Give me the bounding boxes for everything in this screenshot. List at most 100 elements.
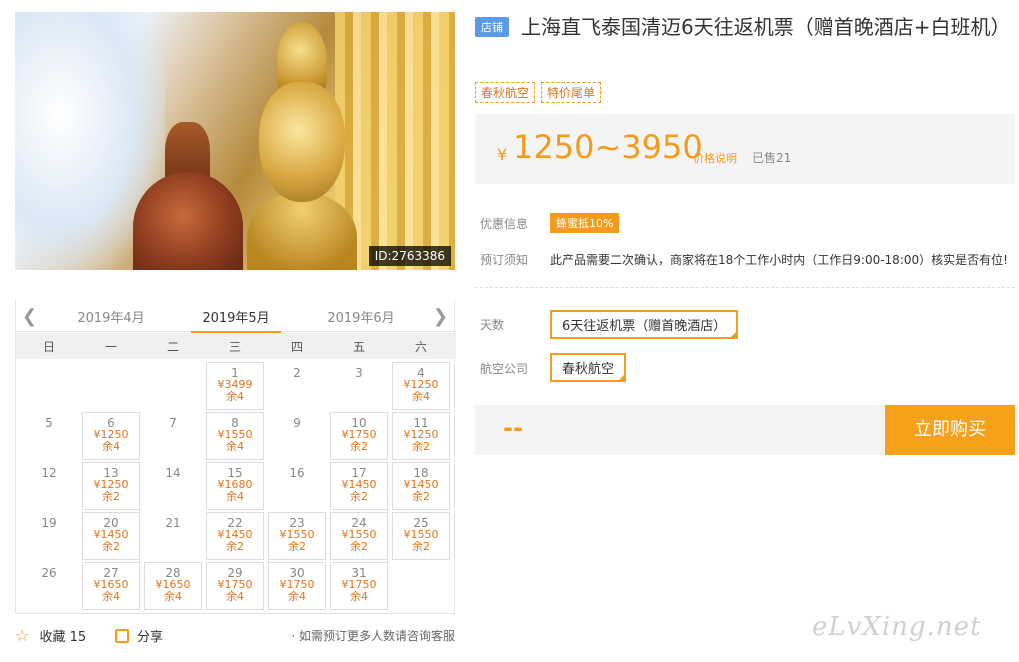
currency-symbol: ¥ xyxy=(497,145,508,164)
calendar-day: 5 xyxy=(20,412,78,460)
airline-label: 航空公司 xyxy=(480,362,529,376)
day-number: 6 xyxy=(107,416,115,430)
day-remaining: 余4 xyxy=(102,590,120,603)
weekday-label: 二 xyxy=(166,340,179,354)
weekday-label: 六 xyxy=(414,340,427,354)
tab-current-month[interactable]: 2019年5月 xyxy=(191,307,281,334)
weekday-label: 五 xyxy=(352,340,365,354)
days-option[interactable]: 6天往返机票（赠首晚酒店） ✓ xyxy=(550,310,739,339)
image-id-badge: ID:2763386 xyxy=(368,246,451,266)
day-number: 12 xyxy=(41,466,57,480)
day-remaining: 余2 xyxy=(226,540,244,553)
calendar-day: 3 xyxy=(330,362,388,410)
weekday-label: 四 xyxy=(290,340,303,354)
calendar-day: 16 xyxy=(268,462,326,510)
calendar-day-available[interactable]: 6 ¥1250 余4 xyxy=(82,412,140,460)
calendar-day-available[interactable]: 25 ¥1550 余2 xyxy=(392,512,450,560)
notice-label: 预订须知 xyxy=(480,253,529,267)
calendar-day-available[interactable]: 30 ¥1750 余4 xyxy=(268,562,326,610)
contact-tip: · 如需预订更多人数请咨询客服 xyxy=(291,629,455,643)
calendar-day-available[interactable]: 1 ¥3499 余4 xyxy=(206,362,264,410)
calendar-day-available[interactable]: 20 ¥1450 余2 xyxy=(82,512,140,560)
calendar-day-available[interactable]: 15 ¥1680 余4 xyxy=(206,462,264,510)
day-number: 30 xyxy=(289,566,305,580)
tab-prev-month[interactable]: 2019年4月 xyxy=(66,307,156,326)
promo-label: 优惠信息 xyxy=(480,217,529,231)
day-number: 13 xyxy=(103,466,119,480)
calendar-day-available[interactable]: 31 ¥1750 余4 xyxy=(330,562,388,610)
favorite-label: 收藏 xyxy=(39,630,66,645)
day-number: 1 xyxy=(231,366,239,380)
day-remaining: 余2 xyxy=(288,540,306,553)
action-bar: ☆ 收藏 15 分享 · 如需预订更多人数请咨询客服 xyxy=(15,626,455,646)
sold-count: 已售21 xyxy=(752,151,792,165)
favorite-count: 15 xyxy=(69,630,87,645)
calendar-day-available[interactable]: 22 ¥1450 余2 xyxy=(206,512,264,560)
day-number: 7 xyxy=(169,416,177,430)
calendar-day-available[interactable]: 11 ¥1250 余2 xyxy=(392,412,450,460)
day-remaining: 余2 xyxy=(350,540,368,553)
calendar-day: 2 xyxy=(268,362,326,410)
calendar-day-available[interactable]: 18 ¥1450 余2 xyxy=(392,462,450,510)
check-icon: ✓ xyxy=(618,374,625,382)
calendar-day: 12 xyxy=(20,462,78,510)
day-number: 22 xyxy=(227,516,243,530)
day-number: 27 xyxy=(103,566,119,580)
day-remaining: 余2 xyxy=(350,490,368,503)
calendar-day: 19 xyxy=(20,512,78,560)
favorite-button[interactable]: ☆ 收藏 15 xyxy=(15,626,86,645)
calendar-day-available[interactable]: 13 ¥1250 余2 xyxy=(82,462,140,510)
day-remaining: 余4 xyxy=(226,590,244,603)
day-remaining: 余2 xyxy=(102,490,120,503)
day-number: 8 xyxy=(231,416,239,430)
day-number: 29 xyxy=(227,566,243,580)
calendar-day-available[interactable]: 24 ¥1550 余2 xyxy=(330,512,388,560)
day-number: 28 xyxy=(165,566,181,580)
buy-now-button[interactable]: 立即购买 xyxy=(885,405,1015,455)
calendar-day-available[interactable]: 27 ¥1650 余4 xyxy=(82,562,140,610)
stupa xyxy=(133,172,243,270)
day-number: 14 xyxy=(165,466,181,480)
calendar-day-available[interactable]: 8 ¥1550 余4 xyxy=(206,412,264,460)
tab-next-month[interactable]: 2019年6月 xyxy=(316,307,406,326)
day-remaining: 余2 xyxy=(412,490,430,503)
share-icon xyxy=(115,629,129,643)
total-price: -- xyxy=(503,414,523,442)
product-title: 上海直飞泰国清迈6天往返机票（赠首晚酒店+白班机） xyxy=(521,15,1011,39)
star-icon: ☆ xyxy=(15,626,30,645)
day-number: 15 xyxy=(227,466,243,480)
tag-airline: 春秋航空 xyxy=(475,82,536,103)
share-button[interactable]: 分享 xyxy=(115,626,163,645)
day-number: 11 xyxy=(413,416,429,430)
tag-list: 春秋航空 特价尾单 xyxy=(475,82,607,103)
next-month-icon[interactable]: ❯ xyxy=(433,306,448,327)
day-remaining: 余4 xyxy=(164,590,182,603)
watermark: eLvXing.net xyxy=(812,612,982,642)
price-note-link[interactable]: 价格说明 xyxy=(693,150,737,166)
calendar-day-available[interactable]: 28 ¥1650 余4 xyxy=(144,562,202,610)
day-remaining: 余4 xyxy=(350,590,368,603)
buddha-statue xyxy=(247,22,357,270)
day-remaining: 余2 xyxy=(412,440,430,453)
airline-option[interactable]: 春秋航空 ✓ xyxy=(550,353,627,382)
calendar-day-available[interactable]: 17 ¥1450 余2 xyxy=(330,462,388,510)
weekday-label: 日 xyxy=(42,340,55,354)
day-remaining: 余2 xyxy=(350,440,368,453)
prev-month-icon[interactable]: ❮ xyxy=(22,306,37,327)
calendar-day-available[interactable]: 4 ¥1250 余4 xyxy=(392,362,450,410)
day-number: 21 xyxy=(165,516,181,530)
purchase-bar: -- 立即购买 xyxy=(475,405,1015,455)
weekday-label: 三 xyxy=(228,340,241,354)
calendar-day: 9 xyxy=(268,412,326,460)
calendar-day-available[interactable]: 29 ¥1750 余4 xyxy=(206,562,264,610)
day-number: 2 xyxy=(293,366,301,380)
day-number: 17 xyxy=(351,466,367,480)
shop-badge: 店铺 xyxy=(475,17,509,37)
day-number: 3 xyxy=(355,366,363,380)
day-number: 26 xyxy=(41,566,57,580)
calendar-day-available[interactable]: 10 ¥1750 余2 xyxy=(330,412,388,460)
calendar-day: 26 xyxy=(20,562,78,610)
weekday-label: 一 xyxy=(104,340,117,354)
notice-text: 此产品需要二次确认，商家将在18个工作小时内（工作日9:00-18:00）核实是… xyxy=(550,253,1008,267)
calendar-day-available[interactable]: 23 ¥1550 余2 xyxy=(268,512,326,560)
